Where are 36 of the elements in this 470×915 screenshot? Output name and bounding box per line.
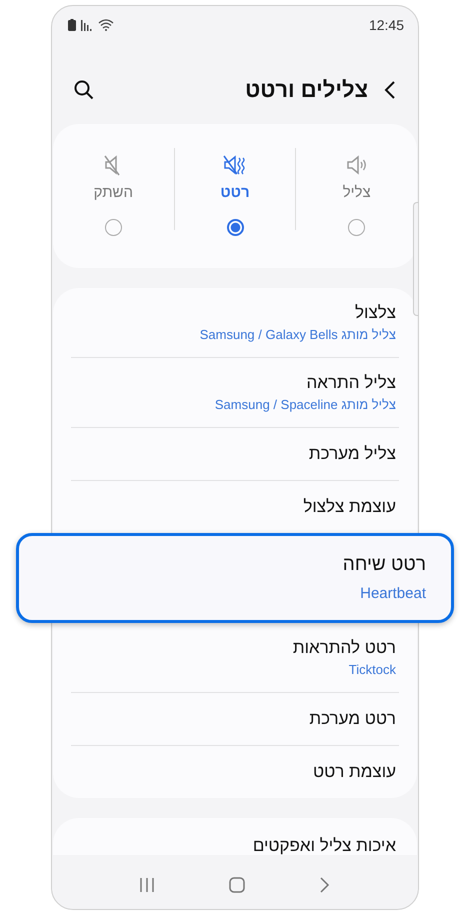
speaker-icon[interactable] (344, 154, 369, 176)
item-title: רטט מערכת (308, 709, 396, 729)
back-icon[interactable] (320, 877, 330, 893)
item-title: רטט שיחה (342, 554, 426, 576)
signal-icon (81, 20, 93, 30)
home-icon[interactable] (228, 877, 245, 893)
item-title: צלצול (354, 303, 396, 323)
mode-label: השתק (94, 184, 134, 203)
wifi-icon (98, 19, 114, 31)
settings-item[interactable]: צליל מערכת (53, 428, 417, 480)
battery-icon (68, 19, 76, 31)
mode-label: צליל (342, 184, 371, 203)
mode-label: רטט (220, 184, 250, 203)
item-title: צליל מערכת (308, 444, 396, 464)
item-title: רטט להתראות (292, 638, 396, 658)
settings-item[interactable]: צלצול צליל מותג Samsung / Galaxy Bells (53, 288, 417, 357)
item-subtitle: Heartbeat (359, 585, 426, 602)
page-title: צלילים ורטט (245, 77, 368, 103)
settings-item[interactable]: עוצמת רטט (53, 746, 417, 798)
settings-item[interactable]: עוצמת צלצול (53, 481, 417, 533)
mode-radio[interactable] (348, 219, 366, 236)
item-subtitle: Ticktock (348, 662, 396, 677)
back-chevron-icon[interactable] (384, 80, 396, 100)
mode-radio[interactable] (104, 219, 122, 236)
item-subtitle: צליל מותג Samsung / Galaxy Bells (198, 327, 396, 342)
search-icon[interactable] (74, 80, 94, 100)
item-title: עוצמת צלצול (302, 497, 396, 517)
settings-item[interactable]: רטט מערכת (53, 693, 417, 745)
item-title: צליל התראה (306, 373, 396, 393)
settings-item[interactable]: צליל התראה צליל מותג Samsung / Spaceline (53, 358, 417, 427)
vibrate-icon[interactable] (223, 154, 247, 176)
recent-apps-icon[interactable] (140, 877, 154, 893)
item-title: עוצמת רטט (312, 762, 396, 782)
item-subtitle: צליל מותג Samsung / Spaceline (214, 397, 396, 412)
status-time: 12:45 (368, 17, 404, 33)
mode-radio[interactable] (226, 219, 244, 236)
